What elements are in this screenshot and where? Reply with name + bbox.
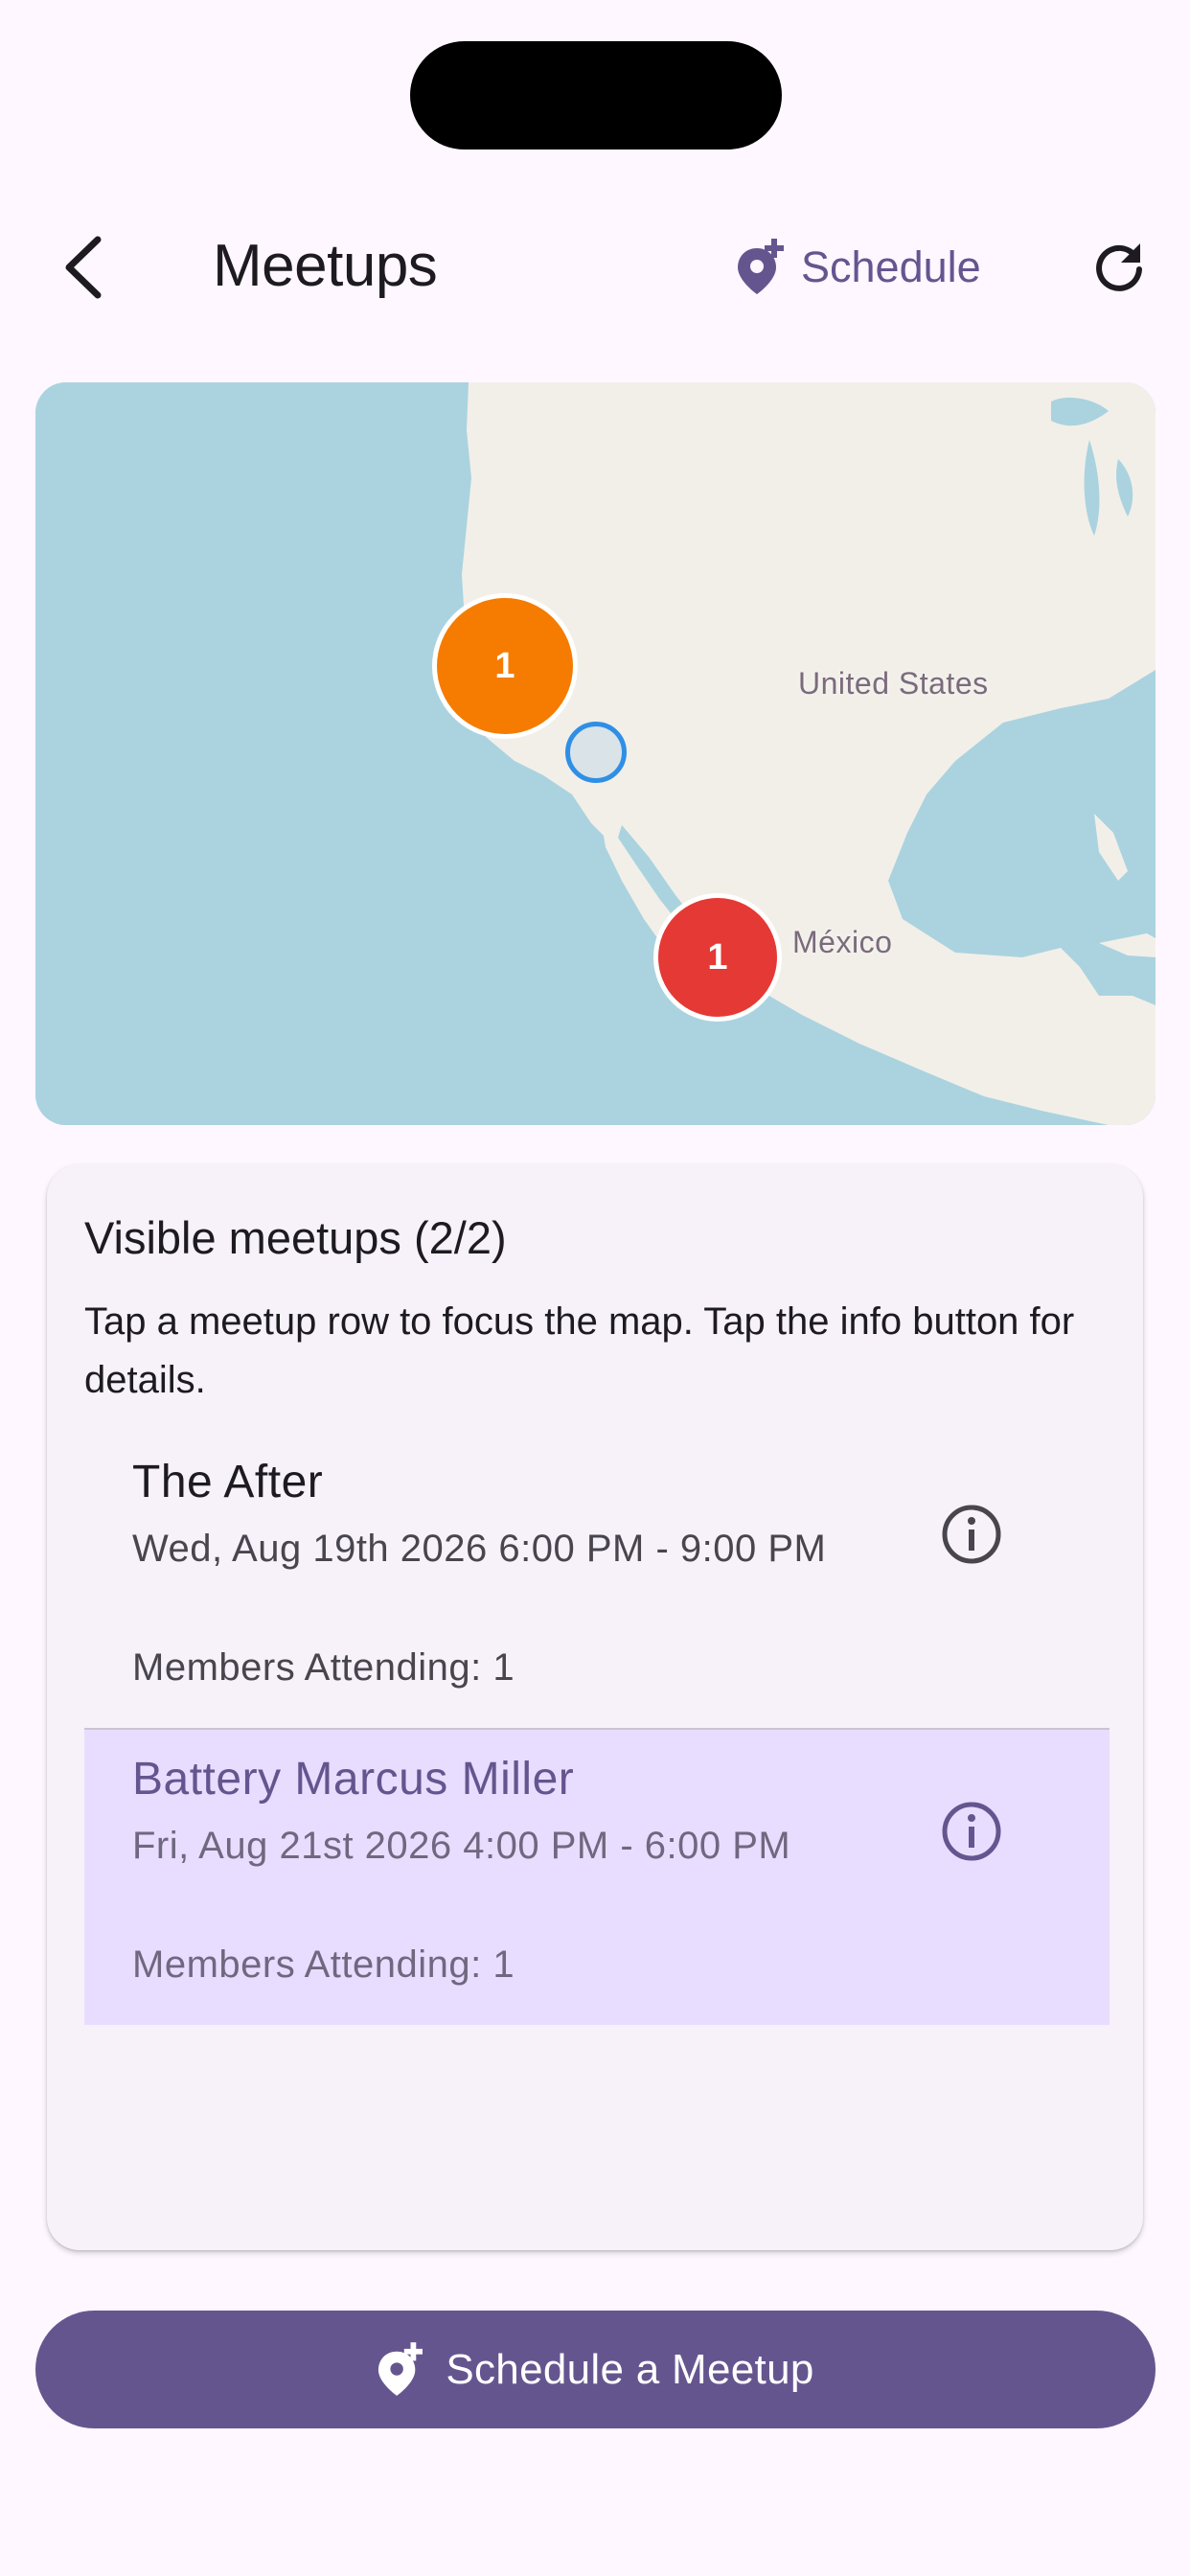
add-location-icon xyxy=(378,2341,423,2396)
schedule-action-button[interactable]: Schedule xyxy=(736,223,981,311)
info-icon xyxy=(942,1505,1001,1564)
meetup-time: Fri, Aug 21st 2026 4:00 PM - 6:00 PM xyxy=(132,1825,791,1867)
info-button[interactable] xyxy=(927,1787,1016,1875)
add-location-icon xyxy=(738,239,784,294)
back-button[interactable] xyxy=(46,221,119,313)
current-location-marker xyxy=(565,722,627,783)
visible-meetups-card: Visible meetups (2/2) Tap a meetup row t… xyxy=(47,1164,1143,2250)
camera-notch xyxy=(410,41,782,150)
card-title: Visible meetups (2/2) xyxy=(84,1212,507,1263)
back-arrow-icon xyxy=(65,236,102,299)
map-cluster-marker-red[interactable]: 1 xyxy=(653,893,782,1022)
country-label-mexico: México xyxy=(792,925,893,959)
schedule-action-label: Schedule xyxy=(801,242,981,291)
map-cluster-marker-orange[interactable]: 1 xyxy=(432,593,578,739)
refresh-icon xyxy=(1096,243,1142,291)
meetup-members: Members Attending: 1 xyxy=(132,1646,515,1689)
schedule-meetup-button[interactable]: Schedule a Meetup xyxy=(35,2311,1156,2428)
meetup-name: The After xyxy=(132,1457,324,1507)
meetup-time: Wed, Aug 19th 2026 6:00 PM - 9:00 PM xyxy=(132,1528,827,1570)
meetup-row[interactable]: The After Wed, Aug 19th 2026 6:00 PM - 9… xyxy=(84,1433,1110,1730)
info-button[interactable] xyxy=(927,1490,1016,1578)
meetup-row-selected[interactable]: Battery Marcus Miller Fri, Aug 21st 2026… xyxy=(84,1730,1110,2025)
card-subtitle: Tap a meetup row to focus the map. Tap t… xyxy=(84,1300,1075,1401)
schedule-meetup-label: Schedule a Meetup xyxy=(446,2345,814,2393)
country-label-united-states: United States xyxy=(798,666,989,701)
info-icon xyxy=(942,1802,1001,1861)
page-title: Meetups xyxy=(213,233,438,299)
meetup-members: Members Attending: 1 xyxy=(132,1944,515,1986)
meetup-name: Battery Marcus Miller xyxy=(132,1754,575,1805)
meetups-map[interactable]: United States México 1 1 xyxy=(35,382,1156,1125)
meetup-list: The After Wed, Aug 19th 2026 6:00 PM - 9… xyxy=(84,1433,1110,2025)
app-bar: Meetups Schedule xyxy=(0,196,1190,336)
refresh-button[interactable] xyxy=(1083,221,1156,313)
